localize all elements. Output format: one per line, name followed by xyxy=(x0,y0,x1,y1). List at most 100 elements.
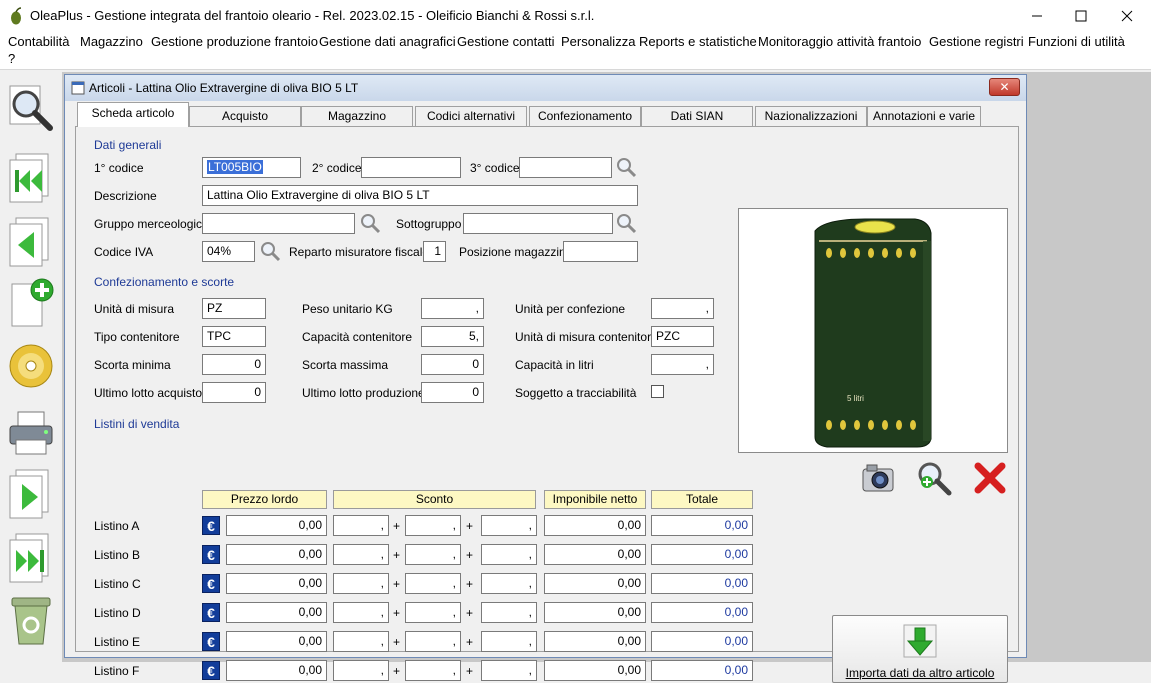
imponibile-field[interactable]: 0,00 xyxy=(544,573,646,594)
delete-record-button[interactable] xyxy=(6,592,56,648)
prezzo-lordo-field[interactable]: 0,00 xyxy=(226,544,327,565)
group-search-icon[interactable] xyxy=(359,212,381,234)
subgroup-field[interactable] xyxy=(463,213,613,234)
sconto2-field[interactable]: , xyxy=(405,544,461,565)
tab-dati-sian[interactable]: Dati SIAN xyxy=(641,106,753,127)
code-search-icon[interactable] xyxy=(615,156,637,178)
import-from-article-button[interactable]: Importa dati da altro articolo xyxy=(832,615,1008,683)
um-field[interactable]: PZ xyxy=(202,298,266,319)
menu-reports[interactable]: Reports e statistiche xyxy=(639,34,757,49)
ulp-field[interactable]: 0 xyxy=(421,382,484,403)
print-button[interactable] xyxy=(6,404,56,460)
tab-nazionalizzazioni[interactable]: Nazionalizzazioni xyxy=(755,106,867,127)
tracc-checkbox[interactable] xyxy=(651,385,664,398)
euro-currency-icon[interactable]: € xyxy=(202,574,220,593)
cap-field[interactable]: 5, xyxy=(421,326,484,347)
code3-field[interactable] xyxy=(519,157,612,178)
posizione-field[interactable] xyxy=(563,241,638,262)
smin-field[interactable]: 0 xyxy=(202,354,266,375)
previous-record-button[interactable] xyxy=(6,214,56,270)
euro-currency-icon[interactable]: € xyxy=(202,516,220,535)
imponibile-field[interactable]: 0,00 xyxy=(544,515,646,536)
tab-confezionamento[interactable]: Confezionamento xyxy=(529,106,641,127)
sconto2-field[interactable]: , xyxy=(405,573,461,594)
prezzo-lordo-field[interactable]: 0,00 xyxy=(226,602,327,623)
group-field[interactable] xyxy=(202,213,355,234)
euro-currency-icon[interactable]: € xyxy=(202,545,220,564)
code2-field[interactable] xyxy=(361,157,461,178)
prezzo-lordo-field[interactable]: 0,00 xyxy=(226,631,327,652)
menu-funzioni-utilita[interactable]: Funzioni di utilità xyxy=(1028,34,1125,49)
sconto3-field[interactable]: , xyxy=(481,631,537,652)
new-record-button[interactable] xyxy=(6,276,56,332)
menu-contabilita[interactable]: Contabilità xyxy=(8,34,69,49)
tab-scheda-articolo[interactable]: Scheda articolo xyxy=(77,102,189,127)
ula-field[interactable]: 0 xyxy=(202,382,266,403)
menu-personalizza[interactable]: Personalizza xyxy=(561,34,635,49)
next-record-button[interactable] xyxy=(6,466,56,522)
totale-field[interactable]: 0,00 xyxy=(651,602,753,623)
maximize-button[interactable] xyxy=(1058,0,1104,32)
last-record-button[interactable] xyxy=(6,530,56,586)
sconto2-field[interactable]: , xyxy=(405,515,461,536)
sconto1-field[interactable]: , xyxy=(333,573,389,594)
prezzo-lordo-field[interactable]: 0,00 xyxy=(226,573,327,594)
iva-search-icon[interactable] xyxy=(259,240,281,262)
search-tool-button[interactable] xyxy=(6,80,56,136)
smax-field[interactable]: 0 xyxy=(421,354,484,375)
menu-gestione-registri[interactable]: Gestione registri xyxy=(929,34,1024,49)
sconto1-field[interactable]: , xyxy=(333,602,389,623)
peso-field[interactable]: , xyxy=(421,298,484,319)
sconto3-field[interactable]: , xyxy=(481,602,537,623)
window-close-button[interactable]: ✕ xyxy=(989,78,1020,96)
menu-gestione-contatti[interactable]: Gestione contatti xyxy=(457,34,555,49)
prezzo-lordo-field[interactable]: 0,00 xyxy=(226,660,327,681)
tipo-field[interactable]: TPC xyxy=(202,326,266,347)
sconto3-field[interactable]: , xyxy=(481,544,537,565)
totale-field[interactable]: 0,00 xyxy=(651,631,753,652)
tab-magazzino[interactable]: Magazzino xyxy=(301,106,413,127)
camera-icon[interactable] xyxy=(860,460,896,496)
imponibile-field[interactable]: 0,00 xyxy=(544,602,646,623)
imponibile-field[interactable]: 0,00 xyxy=(544,544,646,565)
imponibile-field[interactable]: 0,00 xyxy=(544,631,646,652)
zoom-image-icon[interactable] xyxy=(916,460,952,496)
subgroup-search-icon[interactable] xyxy=(615,212,637,234)
reparto-field[interactable]: 1 xyxy=(423,241,446,262)
sconto1-field[interactable]: , xyxy=(333,544,389,565)
menu-gestione-produzione[interactable]: Gestione produzione frantoio xyxy=(151,34,318,49)
sconto2-field[interactable]: , xyxy=(405,602,461,623)
euro-currency-icon[interactable]: € xyxy=(202,661,220,680)
remove-image-icon[interactable] xyxy=(972,460,1008,496)
menu-help[interactable]: ? xyxy=(8,51,15,66)
menu-monitoraggio[interactable]: Monitoraggio attività frantoio xyxy=(758,34,921,49)
euro-currency-icon[interactable]: € xyxy=(202,632,220,651)
totale-field[interactable]: 0,00 xyxy=(651,573,753,594)
upc-field[interactable]: , xyxy=(651,298,714,319)
sconto2-field[interactable]: , xyxy=(405,631,461,652)
sconto3-field[interactable]: , xyxy=(481,573,537,594)
caplitri-field[interactable]: , xyxy=(651,354,714,375)
minimize-button[interactable] xyxy=(1014,0,1060,32)
totale-field[interactable]: 0,00 xyxy=(651,660,753,681)
tab-acquisto[interactable]: Acquisto xyxy=(189,106,301,127)
menu-magazzino[interactable]: Magazzino xyxy=(80,34,143,49)
save-record-button[interactable] xyxy=(6,338,56,394)
euro-currency-icon[interactable]: € xyxy=(202,603,220,622)
sconto3-field[interactable]: , xyxy=(481,515,537,536)
menu-gestione-anagrafici[interactable]: Gestione dati anagrafici xyxy=(319,34,456,49)
description-field[interactable]: Lattina Olio Extravergine di oliva BIO 5… xyxy=(202,185,638,206)
imponibile-field[interactable]: 0,00 xyxy=(544,660,646,681)
sconto1-field[interactable]: , xyxy=(333,660,389,681)
umc-field[interactable]: PZC xyxy=(651,326,714,347)
iva-field[interactable]: 04% xyxy=(202,241,255,262)
code1-field[interactable]: LT005BIO xyxy=(202,157,301,178)
prezzo-lordo-field[interactable]: 0,00 xyxy=(226,515,327,536)
tab-codici-alternativi[interactable]: Codici alternativi xyxy=(415,106,527,127)
sconto3-field[interactable]: , xyxy=(481,660,537,681)
sconto1-field[interactable]: , xyxy=(333,515,389,536)
tab-annotazioni[interactable]: Annotazioni e varie xyxy=(867,106,981,127)
sconto1-field[interactable]: , xyxy=(333,631,389,652)
first-record-button[interactable] xyxy=(6,150,56,206)
totale-field[interactable]: 0,00 xyxy=(651,544,753,565)
